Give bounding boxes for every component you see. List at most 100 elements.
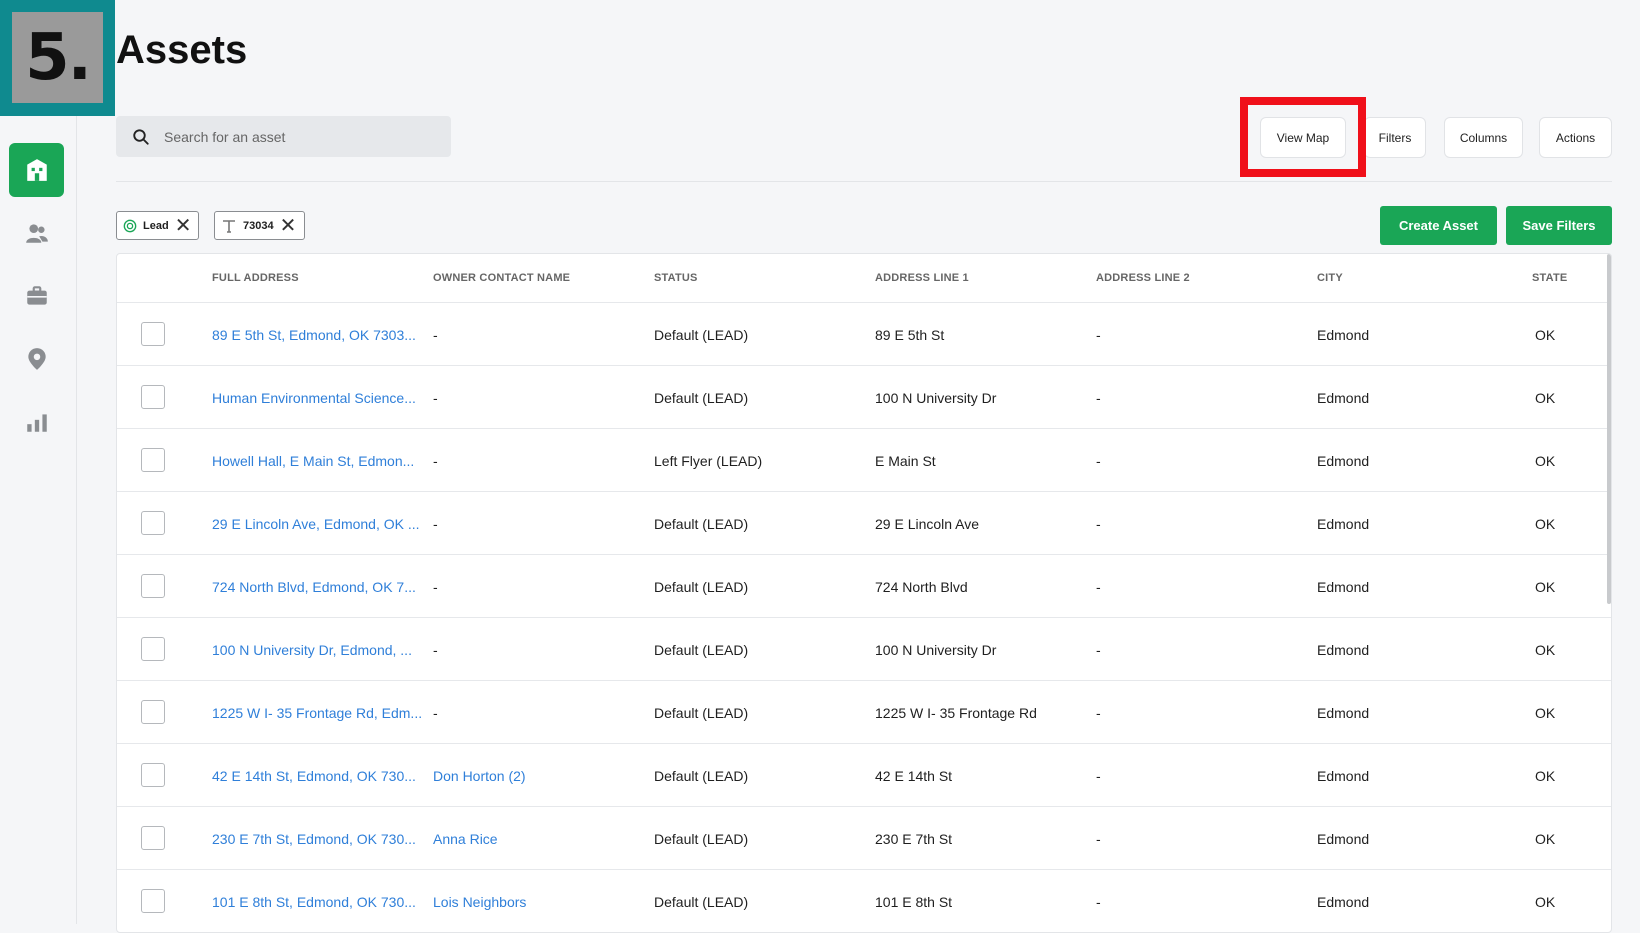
column-header[interactable]: STATUS xyxy=(654,272,698,284)
status-cell: Default (LEAD) xyxy=(654,516,749,532)
table-row[interactable]: 230 E 7th St, Edmond, OK 730... Anna Ric… xyxy=(117,807,1611,870)
status-cell: Default (LEAD) xyxy=(654,579,749,595)
state-cell: OK xyxy=(1535,579,1556,595)
full-address-link[interactable]: Human Environmental Science... xyxy=(212,390,416,406)
row-checkbox[interactable] xyxy=(141,448,165,472)
row-checkbox[interactable] xyxy=(141,385,165,409)
nav-map[interactable] xyxy=(9,332,64,386)
owner-contact-name: - xyxy=(433,453,438,469)
address-line-2-cell: - xyxy=(1096,579,1101,595)
table-row[interactable]: Howell Hall, E Main St, Edmon... - Left … xyxy=(117,429,1611,492)
row-checkbox[interactable] xyxy=(141,826,165,850)
nav-contacts[interactable] xyxy=(9,206,64,260)
full-address-link[interactable]: 1225 W I- 35 Frontage Rd, Edm... xyxy=(212,705,422,721)
close-icon[interactable]: ✕ xyxy=(280,216,297,236)
row-checkbox[interactable] xyxy=(141,700,165,724)
status-cell: Default (LEAD) xyxy=(654,642,749,658)
owner-contact-name: - xyxy=(433,327,438,343)
city-cell: Edmond xyxy=(1317,831,1370,847)
owner-contact-name[interactable]: Lois Neighbors xyxy=(433,894,526,910)
city-cell: Edmond xyxy=(1317,642,1370,658)
full-address-link[interactable]: 29 E Lincoln Ave, Edmond, OK ... xyxy=(212,516,420,532)
column-header[interactable]: STATE xyxy=(1532,272,1567,284)
search-bar[interactable] xyxy=(116,116,451,157)
full-address-link[interactable]: 100 N University Dr, Edmond, ... xyxy=(212,642,412,658)
row-checkbox[interactable] xyxy=(141,574,165,598)
status-cell: Left Flyer (LEAD) xyxy=(654,453,763,469)
state-cell: OK xyxy=(1535,768,1556,784)
table-row[interactable]: 42 E 14th St, Edmond, OK 730... Don Hort… xyxy=(117,744,1611,807)
status-cell: Default (LEAD) xyxy=(654,390,749,406)
table-header: FULL ADDRESS OWNER CONTACT NAME STATUS A… xyxy=(117,254,1611,303)
column-header[interactable]: FULL ADDRESS xyxy=(212,272,299,284)
nav-reports[interactable] xyxy=(9,395,64,449)
owner-contact-name[interactable]: Don Horton (2) xyxy=(433,768,526,784)
column-header[interactable]: OWNER CONTACT NAME xyxy=(433,272,570,284)
row-checkbox[interactable] xyxy=(141,889,165,913)
address-line-1-cell: 42 E 14th St xyxy=(875,768,953,784)
divider xyxy=(116,181,1612,182)
building-icon xyxy=(26,159,47,181)
columns-button[interactable]: Columns xyxy=(1444,117,1523,158)
row-checkbox[interactable] xyxy=(141,322,165,346)
briefcase-icon xyxy=(26,286,47,305)
create-asset-button[interactable]: Create Asset xyxy=(1380,206,1497,245)
text-icon xyxy=(223,219,235,233)
save-filters-button[interactable]: Save Filters xyxy=(1506,206,1612,245)
city-cell: Edmond xyxy=(1317,579,1370,595)
address-line-1-cell: E Main St xyxy=(875,453,936,469)
nav-jobs[interactable] xyxy=(9,269,64,323)
filters-button[interactable]: Filters xyxy=(1364,117,1426,158)
map-pin-icon xyxy=(27,348,46,370)
state-cell: OK xyxy=(1535,705,1556,721)
city-cell: Edmond xyxy=(1317,327,1370,343)
city-cell: Edmond xyxy=(1317,453,1370,469)
bar-chart-icon xyxy=(26,414,47,432)
full-address-link[interactable]: 42 E 14th St, Edmond, OK 730... xyxy=(212,768,416,784)
address-line-1-cell: 1225 W I- 35 Frontage Rd xyxy=(875,705,1037,721)
table-row[interactable]: Human Environmental Science... - Default… xyxy=(117,366,1611,429)
actions-button[interactable]: Actions xyxy=(1539,117,1612,158)
city-cell: Edmond xyxy=(1317,768,1370,784)
full-address-link[interactable]: 101 E 8th St, Edmond, OK 730... xyxy=(212,894,416,910)
table-body: 89 E 5th St, Edmond, OK 7303... - Defaul… xyxy=(117,303,1611,932)
nav-assets[interactable] xyxy=(9,143,64,197)
state-cell: OK xyxy=(1535,327,1556,343)
full-address-link[interactable]: Howell Hall, E Main St, Edmon... xyxy=(212,453,414,469)
address-line-2-cell: - xyxy=(1096,327,1101,343)
state-cell: OK xyxy=(1535,453,1556,469)
column-header[interactable]: ADDRESS LINE 1 xyxy=(875,272,969,284)
table-row[interactable]: 29 E Lincoln Ave, Edmond, OK ... - Defau… xyxy=(117,492,1611,555)
owner-contact-name[interactable]: Anna Rice xyxy=(433,831,498,847)
people-icon xyxy=(25,224,48,243)
row-checkbox[interactable] xyxy=(141,637,165,661)
close-icon[interactable]: ✕ xyxy=(175,216,192,236)
owner-contact-name: - xyxy=(433,390,438,406)
owner-contact-name: - xyxy=(433,516,438,532)
column-header[interactable]: ADDRESS LINE 2 xyxy=(1096,272,1190,284)
filter-chip-lead[interactable]: Lead ✕ xyxy=(116,211,199,240)
column-header[interactable]: CITY xyxy=(1317,272,1343,284)
state-cell: OK xyxy=(1535,894,1556,910)
address-line-2-cell: - xyxy=(1096,516,1101,532)
status-cell: Default (LEAD) xyxy=(654,705,749,721)
full-address-link[interactable]: 89 E 5th St, Edmond, OK 7303... xyxy=(212,327,416,343)
table-row[interactable]: 724 North Blvd, Edmond, OK 7... - Defaul… xyxy=(117,555,1611,618)
address-line-1-cell: 100 N University Dr xyxy=(875,642,997,658)
row-checkbox[interactable] xyxy=(141,763,165,787)
state-cell: OK xyxy=(1535,642,1556,658)
full-address-link[interactable]: 230 E 7th St, Edmond, OK 730... xyxy=(212,831,416,847)
full-address-link[interactable]: 724 North Blvd, Edmond, OK 7... xyxy=(212,579,416,595)
view-map-button[interactable]: View Map xyxy=(1260,117,1346,158)
address-line-1-cell: 100 N University Dr xyxy=(875,390,997,406)
scrollbar[interactable] xyxy=(1607,254,1611,604)
address-line-2-cell: - xyxy=(1096,831,1101,847)
row-checkbox[interactable] xyxy=(141,511,165,535)
page-title: Assets xyxy=(116,28,248,72)
search-input[interactable] xyxy=(164,128,424,145)
table-row[interactable]: 89 E 5th St, Edmond, OK 7303... - Defaul… xyxy=(117,303,1611,366)
table-row[interactable]: 1225 W I- 35 Frontage Rd, Edm... - Defau… xyxy=(117,681,1611,744)
address-line-2-cell: - xyxy=(1096,705,1101,721)
table-row[interactable]: 100 N University Dr, Edmond, ... - Defau… xyxy=(117,618,1611,681)
filter-chip-zip[interactable]: 73034 ✕ xyxy=(214,211,305,240)
